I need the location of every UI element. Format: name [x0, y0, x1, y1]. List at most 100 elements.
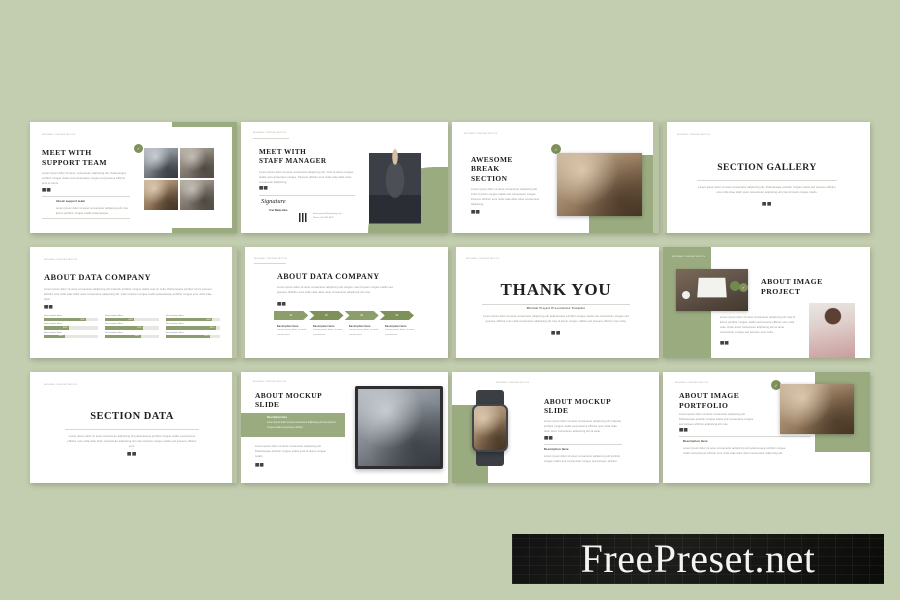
slide-thumbnail-awesome-break-section[interactable]: Minimal Presentation AWESOME BREAK SECTI…	[452, 122, 659, 233]
slide-body: Lorem ipsum dolor sit amet consectetur a…	[471, 188, 540, 207]
step-chevron: 02	[309, 311, 343, 320]
slide-page-corner	[812, 452, 870, 483]
slide-dots: ⬛⬛	[255, 463, 265, 467]
portrait-photo	[809, 303, 855, 358]
progress-bar-track: 78%	[44, 318, 98, 322]
progress-bar-label: Description Here	[44, 315, 62, 317]
title-line-2: SLIDE	[544, 406, 569, 416]
progress-bar-value: 92%	[209, 327, 215, 330]
accent-edge	[653, 122, 659, 233]
slide-tag: Minimal Presentation	[42, 134, 76, 136]
slide-title: MEET WITH SUPPORT TEAM	[42, 148, 142, 167]
slide-thumbnail-section-gallery[interactable]: Minimal Presentation SECTION GALLERY Lor…	[663, 122, 870, 233]
progress-bar-item: Description Here 78%	[44, 315, 98, 322]
step-text: Lorem ipsum dolor sit amet consectetur.	[385, 329, 415, 336]
slide-dots: ⬛⬛	[679, 428, 689, 432]
title-line-1: ABOUT MOCKUP	[544, 397, 612, 406]
progress-bar-label: Description Here	[166, 331, 184, 334]
slide-title: ABOUT MOCKUP SLIDE	[544, 397, 634, 416]
slide-thumbnail-meet-with-staff-manager[interactable]: Minimal Presentation MEET WITH STAFF MAN…	[241, 122, 448, 233]
contact-label-1: Email	[313, 213, 319, 215]
slide-dots: ⬛⬛	[259, 186, 269, 190]
qr-code-icon	[299, 213, 308, 222]
step-legend-item: Description Here Lorem ipsum dolor sit am…	[313, 326, 346, 337]
title-line-1: MEET WITH	[259, 148, 307, 156]
progress-bar-value: 66%	[134, 335, 140, 338]
tag-rule	[254, 263, 286, 264]
tag-rule	[253, 138, 289, 139]
divider	[482, 304, 630, 305]
coffee-cup-icon	[682, 291, 690, 299]
sub-body: Lorem ipsum dolor sit amet consectetur a…	[56, 207, 128, 216]
progress-bar-value: 82%	[204, 335, 209, 338]
step-text: Lorem ipsum dolor sit amet consectetur.	[313, 329, 343, 336]
contact-line-1: Email yourmail@company.com	[313, 213, 342, 215]
progress-bar-fill: 38%	[44, 334, 65, 339]
slide-title: SECTION GALLERY	[717, 162, 817, 173]
title-line-1: ABOUT MOCKUP	[255, 391, 323, 400]
slide-thumbnail-about-data-company-steps[interactable]: Minimal Presentation ABOUT DATA COMPANY …	[241, 247, 448, 358]
divider	[65, 429, 199, 430]
slide-thumbnail-section-data[interactable]: Minimal Presentation SECTION DATA Lorem …	[30, 372, 237, 483]
progress-bar-label: Description Here	[105, 315, 123, 317]
signature-name: Your Name Here	[269, 209, 288, 212]
slide-thumbnail-about-mockup-slide-watch[interactable]: Minimal Presentation ABOUT MOCKUP SLIDE …	[452, 372, 659, 483]
progress-bar-label: Description Here	[44, 323, 62, 326]
progress-bar-value: 70%	[136, 327, 142, 330]
slide-thumbnail-about-image-portfolio[interactable]: Minimal Presentation ABOUT IMAGE PORTFOL…	[663, 372, 870, 483]
divider-bottom	[42, 218, 130, 219]
accent-edge	[232, 247, 237, 358]
slide-dots: ⬛⬛	[551, 331, 561, 335]
title-line-1: MEET WITH	[42, 148, 92, 157]
progress-bar-item: Description Here 70%	[105, 323, 159, 330]
slide-title: ABOUT MOCKUP SLIDE	[255, 391, 351, 410]
slide-title: ABOUT DATA COMPANY	[44, 273, 152, 282]
contact-label-2: Phone	[313, 217, 320, 219]
slide-body: Lorem ipsum dolor sit amet consectetur a…	[698, 186, 836, 195]
slide-body: Lorem ipsum dolor sit amet consectetur a…	[544, 420, 622, 434]
slide-dots: ⬛⬛	[127, 452, 137, 456]
slide-tag: Minimal Presentation	[254, 258, 288, 260]
slide-thumbnail-about-image-project[interactable]: Minimal Presentation ✓ ABOUT IMAGE PROJE…	[663, 247, 870, 358]
contact-line-2: Phone +00 1234 5678	[313, 217, 334, 219]
slide-thumbnail-meet-with-support-team[interactable]: Minimal Presentation MEET WITH SUPPORT T…	[30, 122, 237, 233]
check-badge: ✓	[739, 283, 748, 292]
title-line-2: STAFF MANAGER	[259, 157, 327, 166]
slide-body: Lorem ipsum dolor sit amet consectetur a…	[277, 286, 393, 295]
slide-dots: ⬛⬛	[762, 202, 772, 206]
progress-bar-fill: 70%	[105, 326, 143, 330]
progress-bar-label: Description Here	[166, 323, 184, 326]
title-line-1: ABOUT IMAGE	[679, 391, 740, 400]
break-photo	[557, 153, 642, 216]
contact-value-2: +00 1234 5678	[319, 217, 334, 219]
tablet-screen	[358, 389, 440, 466]
slide-thumbnail-about-mockup-slide-tablet[interactable]: Minimal Presentation ABOUT MOCKUP SLIDE …	[241, 372, 448, 483]
team-photo-2	[180, 148, 214, 178]
progress-bar-item: Description Here 54%	[105, 315, 159, 322]
slide-tag: Minimal Presentation	[496, 382, 530, 384]
slide-dots: ⬛⬛	[720, 341, 730, 345]
progress-bar-grid: Description Here 78% Description Here 54% De…	[44, 315, 220, 339]
title-line-2: SLIDE	[255, 400, 280, 410]
tablet-mockup	[355, 386, 443, 469]
staff-manager-photo	[369, 136, 421, 231]
slide-thumbnail-about-data-company-bars[interactable]: Minimal Presentation ABOUT DATA COMPANY …	[30, 247, 237, 358]
slide-dots: ⬛⬛	[42, 188, 52, 192]
slide-subtitle: Minimal Project Presentation Template	[526, 307, 586, 310]
watch-mockup	[472, 404, 508, 452]
tablet-screen-photo	[358, 389, 440, 466]
slide-thumbnail-thank-you[interactable]: Minimal Presentation THANK YOU Minimal P…	[452, 247, 659, 358]
accent-edge	[452, 247, 456, 358]
title-line-2: PROJECT	[761, 286, 801, 296]
progress-bar-value: 78%	[80, 318, 85, 321]
step-legend-item: Description Here Lorem ipsum dolor sit am…	[385, 326, 418, 337]
team-photo-3	[144, 180, 178, 210]
contact-value-1: yourmail@company.com	[318, 213, 342, 215]
progress-bar-fill: 54%	[105, 318, 135, 322]
step-text: Lorem ipsum dolor sit amet consectetur.	[349, 329, 379, 336]
slide-tag: Minimal Presentation	[44, 259, 78, 261]
accent-edge	[241, 247, 245, 358]
slide-title: ABOUT IMAGE PORTFOLIO	[679, 391, 771, 410]
accent-edge	[663, 122, 667, 233]
progress-bar-track: 66%	[105, 334, 159, 339]
